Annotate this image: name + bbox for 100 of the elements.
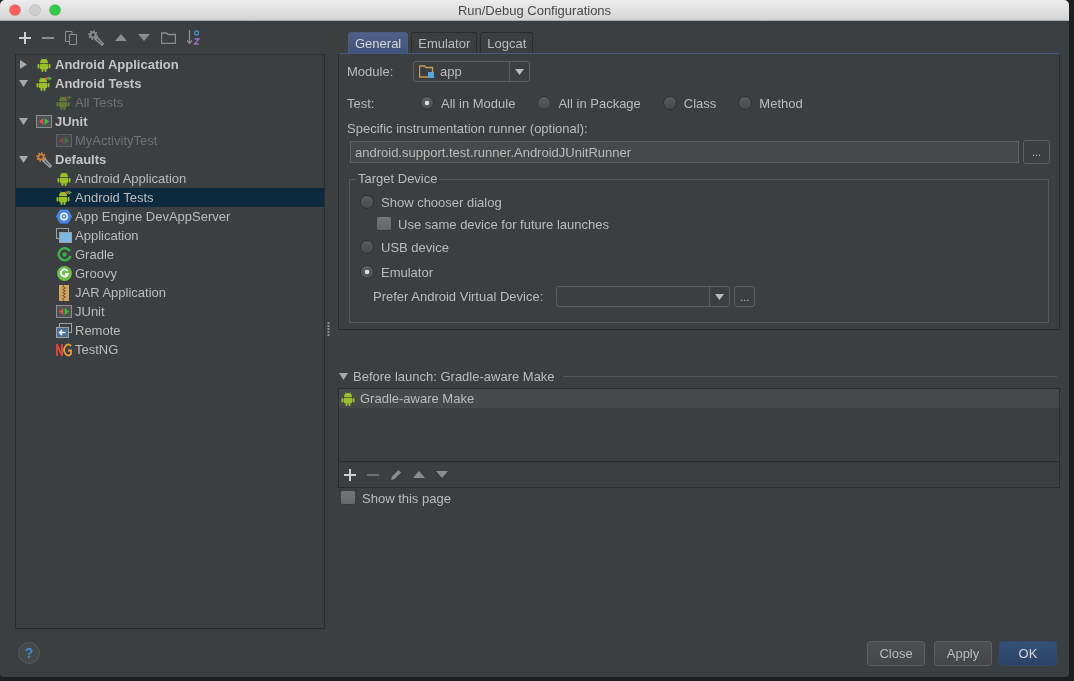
split-arrows-icon bbox=[56, 305, 72, 318]
radio-label[interactable]: Emulator bbox=[381, 264, 434, 280]
split-arrows-icon bbox=[36, 115, 52, 128]
splitter-grip-icon[interactable] bbox=[327, 322, 330, 336]
tree-item-label: Android Application bbox=[75, 171, 187, 186]
browse-button[interactable]: ... bbox=[1023, 140, 1050, 164]
collapsed-arrow-icon[interactable] bbox=[19, 60, 27, 69]
tree-item-label: Android Tests bbox=[55, 76, 142, 91]
close-icon[interactable] bbox=[9, 4, 21, 16]
tab[interactable]: Logcat bbox=[480, 32, 534, 53]
tree-item-label: Gradle bbox=[75, 247, 115, 262]
checkbox[interactable] bbox=[341, 491, 355, 505]
task-item[interactable]: Gradle-aware Make bbox=[339, 389, 1059, 408]
tree-item-label: JUnit bbox=[55, 114, 88, 129]
tree-item[interactable]: Defaults bbox=[16, 150, 324, 169]
wrench-gear-icon bbox=[36, 151, 52, 168]
dialog-button[interactable]: OK bbox=[999, 640, 1057, 666]
android-robot-icon bbox=[37, 56, 51, 73]
robot-with-arrows-icon bbox=[36, 75, 52, 92]
field-label: Module: bbox=[347, 64, 395, 79]
checkbox-label[interactable]: Use same device for future launches bbox=[398, 216, 609, 232]
window-icon bbox=[56, 228, 72, 243]
sort-icon[interactable] bbox=[187, 30, 200, 45]
module-dropdown[interactable]: app bbox=[413, 61, 530, 82]
ring-icon bbox=[56, 247, 72, 262]
tree-item[interactable]: JAR Application bbox=[16, 283, 324, 302]
expanded-arrow-icon[interactable] bbox=[18, 80, 28, 87]
pencil-icon[interactable] bbox=[390, 468, 402, 481]
folder-icon[interactable] bbox=[161, 31, 176, 44]
add-icon[interactable] bbox=[344, 468, 356, 481]
tree-item[interactable]: Gradle bbox=[16, 245, 324, 264]
tree-item-label: Android Application bbox=[55, 57, 179, 72]
tree-item[interactable]: Android Tests bbox=[16, 188, 324, 207]
runner-input[interactable]: android.support.test.runner.AndroidJUnitRunner bbox=[350, 141, 1019, 163]
tree-item[interactable]: Groovy bbox=[16, 264, 324, 283]
radio-button[interactable] bbox=[662, 96, 677, 110]
checkbox[interactable] bbox=[377, 217, 391, 231]
maximize-icon[interactable] bbox=[49, 4, 61, 16]
hexagon-icon bbox=[56, 209, 72, 224]
checkbox-label[interactable]: Show this page bbox=[362, 490, 451, 506]
expanded-arrow-icon[interactable] bbox=[18, 118, 28, 125]
triangle-up-icon[interactable] bbox=[115, 34, 127, 41]
section-title: Before launch: Gradle-aware Make bbox=[353, 368, 555, 384]
add-icon[interactable] bbox=[19, 31, 31, 44]
group-title: Target Device bbox=[357, 171, 439, 187]
radio-label[interactable]: Method bbox=[759, 95, 803, 111]
tree-item-label: JAR Application bbox=[75, 285, 167, 300]
dialog-button[interactable]: Close bbox=[867, 640, 925, 666]
tree-item-label: Application bbox=[75, 228, 139, 243]
window-arrow-icon bbox=[56, 323, 72, 338]
radio-button[interactable] bbox=[360, 195, 374, 209]
tree-item-label: Defaults bbox=[55, 152, 107, 167]
tab[interactable]: General bbox=[348, 32, 409, 53]
tree-item[interactable]: TestNG bbox=[16, 340, 324, 359]
tree-item[interactable]: JUnit bbox=[16, 302, 324, 321]
circle-g-icon bbox=[56, 266, 72, 281]
radio-button[interactable] bbox=[420, 96, 434, 110]
triangle-up-icon[interactable] bbox=[413, 471, 425, 478]
tree-item[interactable]: JUnit bbox=[16, 112, 324, 131]
caret-down-icon[interactable] bbox=[515, 68, 524, 75]
radio-button[interactable] bbox=[738, 96, 753, 110]
tree-item[interactable]: Application bbox=[16, 226, 324, 245]
tree-item[interactable]: Remote bbox=[16, 321, 324, 340]
field-label: Prefer Android Virtual Device: bbox=[373, 289, 544, 304]
module-folder-icon bbox=[419, 65, 435, 78]
tree-item[interactable]: Android Tests bbox=[16, 74, 324, 93]
radio-label[interactable]: All in Package bbox=[558, 95, 641, 111]
radio-label[interactable]: Show chooser dialog bbox=[381, 194, 502, 210]
expanded-arrow-icon[interactable] bbox=[18, 156, 28, 163]
triangle-down-icon[interactable] bbox=[138, 34, 150, 41]
dropdown-value: app bbox=[440, 64, 462, 79]
split-arrows-icon bbox=[56, 134, 72, 147]
android-robot-icon bbox=[57, 170, 71, 187]
tab[interactable]: Emulator bbox=[411, 32, 478, 53]
remove-icon[interactable] bbox=[367, 473, 379, 476]
robot-with-arrows-icon bbox=[56, 189, 72, 206]
tree-item-label: TestNG bbox=[75, 342, 119, 357]
triangle-down-icon[interactable] bbox=[436, 471, 448, 478]
tree-item[interactable]: App Engine DevAppServer bbox=[16, 207, 324, 226]
copy-icon[interactable] bbox=[65, 30, 77, 45]
dialog-button[interactable]: Apply bbox=[934, 640, 992, 666]
radio-button[interactable] bbox=[537, 96, 552, 110]
radio-label[interactable]: All in Module bbox=[441, 95, 516, 111]
tree-item[interactable]: Android Application bbox=[16, 169, 324, 188]
wrench-gear-icon[interactable] bbox=[88, 29, 104, 46]
tree-item-label: Android Tests bbox=[75, 190, 154, 205]
radio-label[interactable]: USB device bbox=[381, 239, 449, 255]
expanded-arrow-icon[interactable] bbox=[339, 372, 348, 380]
browse-button[interactable]: ... bbox=[734, 286, 756, 307]
radio-button[interactable] bbox=[360, 240, 374, 254]
android-robot-icon bbox=[341, 390, 355, 407]
caret-down-icon[interactable] bbox=[715, 293, 725, 300]
radio-label[interactable]: Class bbox=[683, 95, 717, 111]
tree-item-label: Groovy bbox=[75, 266, 117, 281]
radio-button[interactable] bbox=[360, 265, 374, 279]
remove-icon[interactable] bbox=[42, 36, 54, 39]
tree-item-label: App Engine DevAppServer bbox=[75, 209, 231, 224]
tree-item-label: JUnit bbox=[75, 304, 105, 319]
tree-item[interactable]: Android Application bbox=[16, 55, 324, 74]
tree-item-label: Remote bbox=[75, 323, 121, 338]
